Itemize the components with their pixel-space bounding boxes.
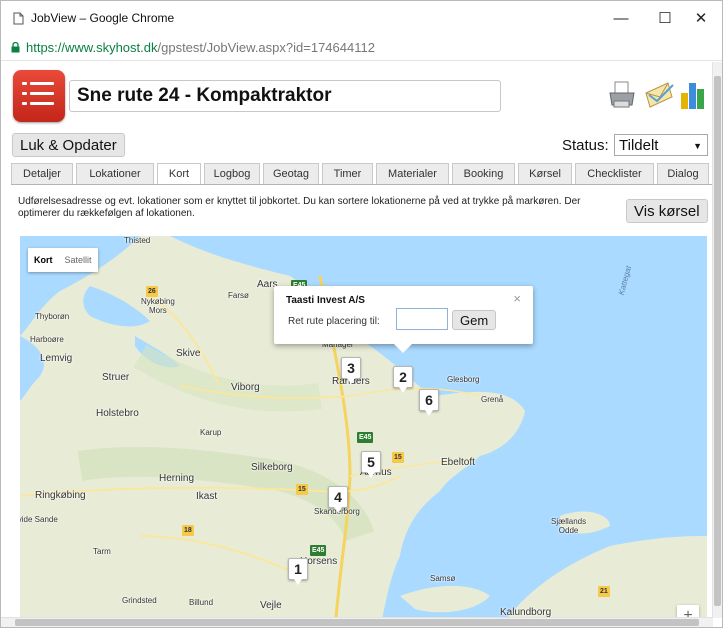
place-label: Herning	[159, 473, 195, 484]
place-label: Struer	[102, 372, 130, 383]
tab-underline	[11, 184, 713, 185]
tab-kørsel[interactable]: Kørsel	[518, 163, 572, 185]
road-shield: 15	[392, 452, 404, 463]
minimize-button[interactable]: —	[598, 1, 644, 35]
place-label: Ikast	[196, 491, 218, 502]
route-position-input[interactable]	[396, 308, 448, 330]
place-label: Skive	[176, 348, 201, 359]
status-select[interactable]: Tildelt ▼	[614, 134, 708, 156]
location-marker-5[interactable]: 5	[361, 451, 381, 478]
place-label: lvide Sande	[20, 515, 58, 524]
place-label: Grindsted	[122, 596, 157, 605]
location-marker-3[interactable]: 3	[341, 357, 361, 384]
show-driving-button[interactable]: Vis kørsel	[626, 199, 708, 223]
road-shield: 18	[182, 525, 194, 536]
email-icon[interactable]	[644, 79, 674, 111]
popup-pointer	[394, 344, 412, 353]
place-label: Thisted	[124, 236, 151, 245]
place-label: Harboøre	[30, 335, 64, 344]
map-type-control: Kort Satellit	[28, 248, 98, 272]
dropdown-caret-icon: ▼	[693, 141, 702, 151]
location-marker-4[interactable]: 4	[328, 486, 348, 513]
place-label: Glesborg	[447, 375, 480, 384]
tab-booking[interactable]: Booking	[452, 163, 515, 185]
road-shield: E45	[357, 432, 374, 443]
location-marker-2[interactable]: 2	[393, 366, 413, 393]
tab-geotag[interactable]: Geotag	[263, 163, 319, 185]
tab-checklister[interactable]: Checklister	[575, 163, 654, 185]
place-label: Tarm	[93, 547, 111, 556]
place-label: Ringkøbing	[35, 490, 86, 501]
url-path: /gpstest/JobView.aspx?id=174644112	[157, 40, 375, 55]
page-icon	[13, 12, 24, 24]
place-label: Farsø	[228, 291, 249, 300]
vertical-scrollbar[interactable]	[712, 62, 722, 618]
place-label: Grenå	[481, 395, 504, 404]
map-type-satellite[interactable]: Satellit	[59, 255, 98, 265]
place-label: Thyborøn	[35, 312, 70, 321]
road-shield: 26	[146, 286, 158, 297]
place-label: Billund	[189, 598, 214, 607]
print-icon[interactable]	[608, 79, 636, 111]
road-shield: E45	[310, 545, 327, 556]
place-label: Samsø	[430, 574, 456, 583]
popup-title: Taasti Invest A/S	[286, 295, 365, 306]
road-shield: 21	[598, 586, 610, 597]
place-label: Sjællands Odde	[551, 517, 587, 535]
horizontal-scrollbar[interactable]	[1, 617, 713, 627]
marker-info-popup: Taasti Invest A/S × Ret rute placering t…	[274, 286, 533, 353]
place-label: Nykøbing Mors	[141, 297, 175, 315]
place-label: Karup	[200, 428, 222, 437]
close-icon[interactable]: ×	[513, 291, 521, 306]
place-label: Vejle	[260, 600, 282, 611]
place-label: Viborg	[231, 382, 260, 393]
tab-detaljer[interactable]: Detaljer	[11, 163, 73, 185]
lock-icon	[11, 42, 20, 53]
url-host: https://www.skyhost.dk	[26, 40, 158, 55]
save-button[interactable]: Gem	[452, 310, 497, 330]
tab-logbog[interactable]: Logbog	[204, 163, 260, 185]
place-label: Ebeltoft	[441, 457, 475, 468]
page-content: Sne rute 24 - Kompaktraktor Luk & Opdate…	[1, 62, 713, 627]
close-window-button[interactable]: ✕	[678, 1, 722, 35]
browser-window: JobView – Google Chrome — ☐ ✕ https://ww…	[0, 0, 723, 628]
statistics-icon[interactable]	[679, 79, 707, 111]
route-position-label: Ret rute placering til:	[288, 316, 380, 327]
tab-bar: Detaljer Lokationer Kort Logbog Geotag Timer M…	[11, 163, 713, 185]
tab-lokationer[interactable]: Lokationer	[76, 163, 154, 185]
status-value: Tildelt	[619, 136, 659, 154]
job-title-field[interactable]: Sne rute 24 - Kompaktraktor	[69, 80, 501, 112]
tab-kort[interactable]: Kort	[157, 163, 201, 185]
location-marker-1[interactable]: 1	[288, 558, 308, 585]
status-label: Status:	[562, 137, 609, 154]
map-type-map[interactable]: Kort	[28, 255, 59, 265]
place-label: Lemvig	[40, 353, 73, 364]
close-update-button[interactable]: Luk & Opdater	[12, 133, 125, 157]
place-label: Holstebro	[96, 408, 139, 419]
window-title: JobView – Google Chrome	[31, 11, 175, 25]
checklist-app-icon	[13, 70, 65, 122]
road-shield: 15	[296, 484, 308, 495]
tab-materialer[interactable]: Materialer	[376, 163, 449, 185]
location-marker-6[interactable]: 6	[419, 389, 439, 416]
place-label: Silkeborg	[251, 462, 293, 473]
map-view[interactable]: Thisted Nykøbing Mors Farsø Aars Mariage…	[20, 236, 707, 627]
map-description: Udførelsesadresse og evt. lokationer som…	[18, 196, 581, 219]
address-bar[interactable]: https://www.skyhost.dk/gpstest/JobView.a…	[1, 35, 722, 61]
tab-dialog[interactable]: Dialog	[657, 163, 709, 185]
tab-timer[interactable]: Timer	[322, 163, 373, 185]
